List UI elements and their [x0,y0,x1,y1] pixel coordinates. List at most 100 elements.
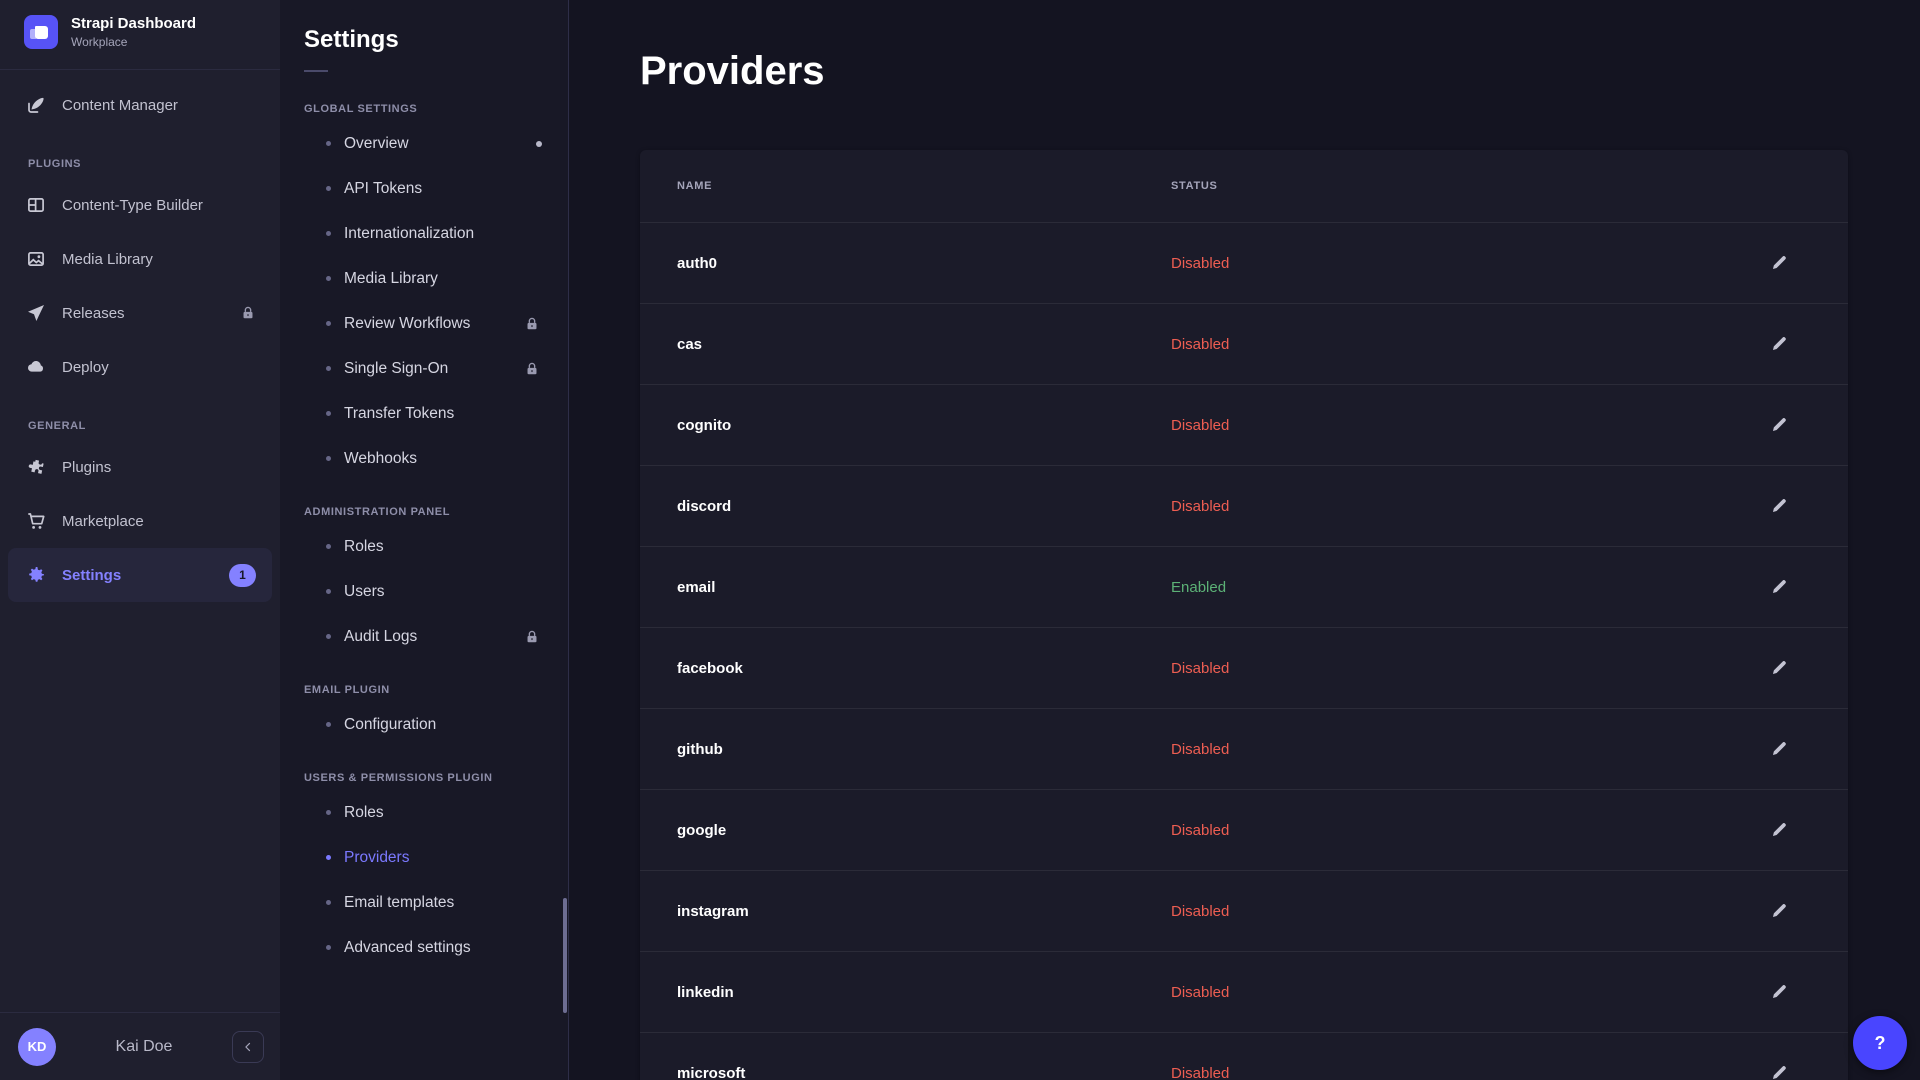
pencil-icon [1772,904,1786,917]
edit-provider-button[interactable] [1762,489,1796,523]
provider-name: linkedin [677,983,734,1001]
provider-name: auth0 [677,254,718,272]
subnav-section-users-permissions-plugin: USERS & PERMISSIONS PLUGIN [304,772,493,784]
subnav-item-configuration[interactable]: Configuration [280,702,568,747]
workspace-title: Strapi Dashboard [71,15,197,32]
subnav-item-internationalization[interactable]: Internationalization [280,211,568,256]
subnav-item-audit-logs[interactable]: Audit Logs [280,614,568,659]
subnav-item-transfer-tokens[interactable]: Transfer Tokens [280,391,568,436]
bullet-icon [326,186,331,191]
provider-name: cognito [677,416,732,434]
content-manager-icon [26,95,46,115]
edit-provider-button[interactable] [1762,327,1796,361]
provider-name: cas [677,335,703,353]
sidebar-item-deploy[interactable]: Deploy [8,340,272,394]
table-row: microsoft Disabled [640,1032,1848,1080]
sidebar-item-label: Settings [62,566,122,584]
subnav-item-label: Advanced settings [344,938,471,956]
notification-dot [536,140,542,147]
user-name: Kai Doe [115,1037,173,1055]
subnav-item-email-templates[interactable]: Email templates [280,880,568,925]
pencil-icon [1772,418,1786,431]
subnav-item-single-sign-on[interactable]: Single Sign-On [280,346,568,391]
table-row: instagram Disabled [640,870,1848,951]
edit-provider-button[interactable] [1762,894,1796,928]
pencil-icon [1772,1066,1786,1079]
sidebar-item-plugins[interactable]: Plugins [8,440,272,494]
workspace-brand[interactable]: Strapi Dashboard Workplace [0,0,280,70]
subnav-item-label: Roles [344,803,384,821]
bullet-icon [326,634,331,639]
chevron-left-icon [245,1042,251,1051]
sidebar-item-label: Content Manager [62,96,178,114]
subnav-item-label: Review Workflows [344,314,471,332]
table-row: google Disabled [640,789,1848,870]
subnav-item-roles-up[interactable]: Roles [280,790,568,835]
subnav-item-api-tokens[interactable]: API Tokens [280,166,568,211]
lock-icon [524,629,540,645]
edit-provider-button[interactable] [1762,408,1796,442]
workspace-subtitle: Workplace [71,35,128,49]
bullet-icon [326,945,331,950]
sidebar-item-label: Releases [62,304,125,322]
subnav-item-label: Email templates [344,893,455,911]
edit-provider-button[interactable] [1762,732,1796,766]
content-type-builder-icon [26,195,46,215]
subnav-item-label: Audit Logs [344,627,418,645]
subnav-item-roles-admin[interactable]: Roles [280,524,568,569]
table-row: auth0 Disabled [640,222,1848,303]
subnav-item-providers[interactable]: Providers [280,835,568,880]
subnav-item-users[interactable]: Users [280,569,568,614]
sidebar-item-media-library[interactable]: Media Library [8,232,272,286]
settings-gear-icon [26,565,46,585]
edit-provider-button[interactable] [1762,246,1796,280]
main-nav: Content Manager PLUGINS Content-Type Bui… [0,70,280,602]
subnav-item-label: Roles [344,537,384,555]
media-library-icon [26,249,46,269]
bullet-icon [326,276,331,281]
strapi-logo-icon [24,15,58,49]
page-title: Providers [640,49,825,93]
bullet-icon [326,411,331,416]
avatar[interactable]: KD [18,1027,56,1066]
marketplace-cart-icon [26,511,46,531]
sidebar-item-content-manager[interactable]: Content Manager [8,78,272,132]
edit-provider-button[interactable] [1762,570,1796,604]
provider-status: Enabled [1171,578,1227,596]
pencil-icon [1772,499,1786,512]
sidebar-item-label: Plugins [62,458,112,476]
subnav-item-review-workflows[interactable]: Review Workflows [280,301,568,346]
subnav-scrollbar[interactable] [563,898,567,1013]
subnav-item-label: Webhooks [344,449,417,467]
provider-status: Disabled [1171,335,1230,353]
providers-table: NAME STATUS auth0 Disabled cas Disabled … [640,150,1848,1080]
pencil-icon [1772,256,1786,269]
table-row: linkedin Disabled [640,951,1848,1032]
table-row: email Enabled [640,546,1848,627]
collapse-sidebar-button[interactable] [232,1030,264,1063]
subnav-item-webhooks[interactable]: Webhooks [280,436,568,481]
help-button[interactable]: ? [1853,1016,1907,1070]
sidebar-item-content-type-builder[interactable]: Content-Type Builder [8,178,272,232]
plugins-puzzle-icon [26,457,46,477]
column-header-status: STATUS [1171,180,1218,192]
edit-provider-button[interactable] [1762,813,1796,847]
provider-name: discord [677,497,732,515]
subnav-item-overview[interactable]: Overview [280,121,568,166]
sidebar-item-settings[interactable]: Settings 1 [8,548,272,602]
sidebar-item-label: Content-Type Builder [62,196,203,214]
sidebar-item-marketplace[interactable]: Marketplace [8,494,272,548]
bullet-icon [326,589,331,594]
edit-provider-button[interactable] [1762,1056,1796,1080]
table-header: NAME STATUS [640,150,1848,222]
edit-provider-button[interactable] [1762,975,1796,1009]
pencil-icon [1772,742,1786,755]
table-row: github Disabled [640,708,1848,789]
provider-name: github [677,740,723,758]
subnav-item-advanced-settings[interactable]: Advanced settings [280,925,568,970]
bullet-icon [326,544,331,549]
sidebar-item-releases[interactable]: Releases [8,286,272,340]
provider-status: Disabled [1171,416,1230,434]
edit-provider-button[interactable] [1762,651,1796,685]
subnav-item-media-library[interactable]: Media Library [280,256,568,301]
